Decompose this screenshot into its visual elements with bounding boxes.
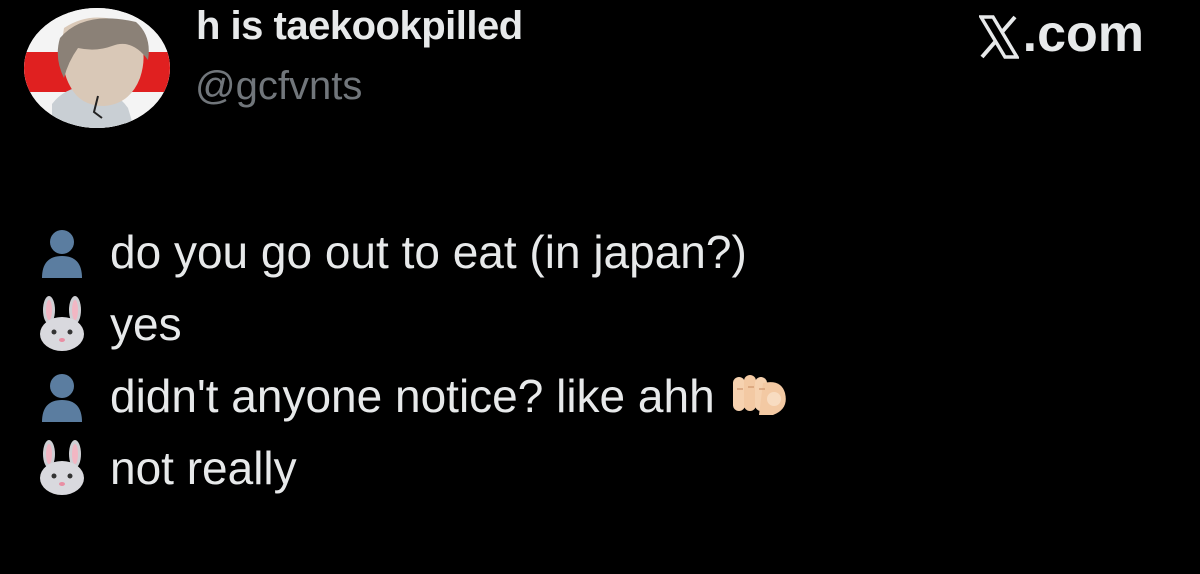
- pointing-finger-icon: [729, 367, 795, 425]
- post-body: do you go out to eat (in japan?) yes did: [30, 216, 795, 504]
- person-silhouette-icon: [30, 223, 94, 281]
- dialogue-text: yes: [110, 298, 182, 350]
- rabbit-face-icon: [30, 439, 94, 497]
- dialogue-text: not really: [110, 442, 297, 494]
- brand-watermark: .com: [977, 4, 1144, 64]
- dialogue-line: do you go out to eat (in japan?): [30, 216, 795, 288]
- author-display-name[interactable]: h is taekookpilled: [196, 4, 523, 49]
- author-handle[interactable]: @gcfvnts: [195, 64, 362, 109]
- dialogue-text: didn't anyone notice? like ahh: [110, 370, 715, 422]
- brand-label: .com: [1022, 5, 1144, 63]
- x-logo-icon: [977, 12, 1020, 59]
- dialogue-line: yes: [30, 288, 795, 360]
- avatar-photo: [24, 8, 170, 128]
- dialogue-text: do you go out to eat (in japan?): [110, 226, 747, 278]
- avatar[interactable]: [24, 8, 170, 128]
- dialogue-line: didn't anyone notice? like ahh: [30, 360, 795, 432]
- dialogue-line: not really: [30, 432, 795, 504]
- rabbit-face-icon: [30, 295, 94, 353]
- person-silhouette-icon: [30, 367, 94, 425]
